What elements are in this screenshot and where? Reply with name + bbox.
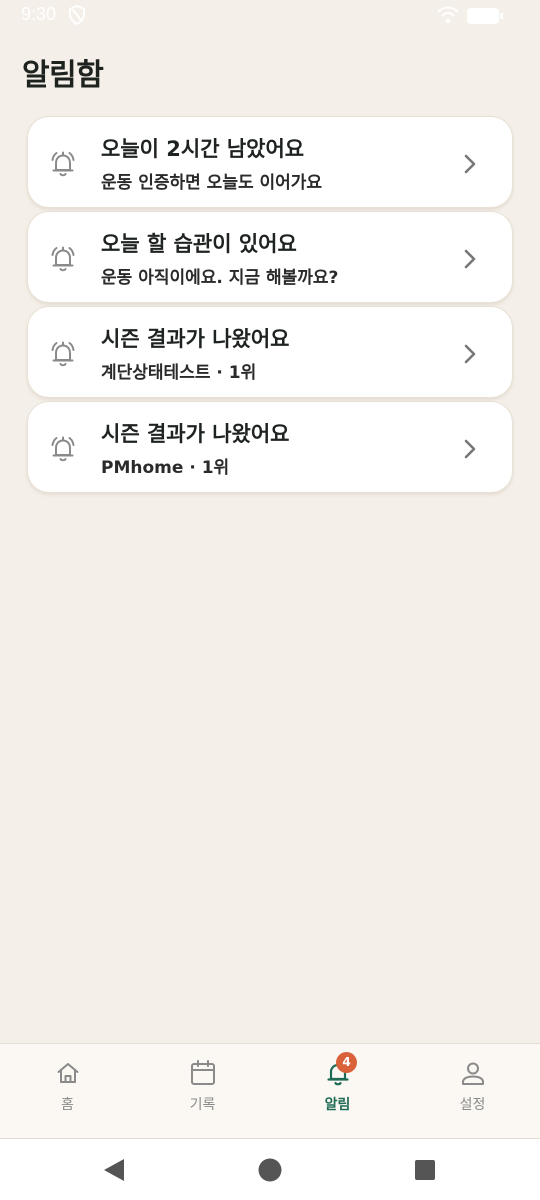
notification-count-badge: 4 — [336, 1052, 357, 1073]
chevron-right-icon — [464, 344, 476, 364]
bell-ringing-icon — [48, 149, 78, 179]
notification-subtitle: 계단상태테스트 · 1위 — [101, 363, 257, 383]
bell-ringing-icon — [48, 434, 78, 464]
notification-subtitle: 운동 아직이에요. 지금 해볼까요? — [101, 268, 339, 288]
person-icon — [459, 1059, 487, 1087]
nav-label-notifications: 알림 — [324, 1097, 351, 1113]
recents-square-icon[interactable] — [414, 1159, 436, 1185]
nav-label-home: 홈 — [61, 1097, 74, 1113]
status-bar: 9:30 — [0, 0, 540, 32]
system-nav-bar — [0, 1138, 540, 1200]
bottom-nav: 홈 기록 알림 설정 — [0, 1043, 540, 1138]
notification-card[interactable]: 시즌 결과가 나왔어요 계단상태테스트 · 1위 — [27, 306, 513, 398]
nav-item-settings[interactable]: 설정 — [405, 1044, 540, 1139]
notification-title: 오늘 할 습관이 있어요 — [101, 232, 297, 256]
notification-card[interactable]: 오늘이 2시간 남았어요 운동 인증하면 오늘도 이어가요 — [27, 116, 513, 208]
notification-title: 시즌 결과가 나왔어요 — [101, 327, 290, 351]
page-title: 알림함 — [22, 58, 104, 93]
back-icon[interactable] — [103, 1158, 125, 1186]
nav-item-records[interactable]: 기록 — [135, 1044, 270, 1139]
bell-ringing-icon — [48, 339, 78, 369]
chevron-right-icon — [464, 154, 476, 174]
bell-ringing-icon — [48, 244, 78, 274]
notification-subtitle: 운동 인증하면 오늘도 이어가요 — [101, 173, 323, 193]
calendar-icon — [189, 1059, 217, 1087]
home-icon — [54, 1059, 82, 1087]
nav-label-settings: 설정 — [459, 1097, 486, 1113]
home-circle-icon[interactable] — [258, 1158, 282, 1186]
nav-item-home[interactable]: 홈 — [0, 1044, 135, 1139]
nav-label-records: 기록 — [189, 1097, 216, 1113]
wifi-icon — [436, 5, 460, 29]
chevron-right-icon — [464, 439, 476, 459]
notification-subtitle: PMhome · 1위 — [101, 458, 230, 478]
notification-title: 오늘이 2시간 남았어요 — [101, 137, 305, 161]
notification-card[interactable]: 시즌 결과가 나왔어요 PMhome · 1위 — [27, 401, 513, 493]
battery-icon — [466, 7, 504, 29]
notification-list: 오늘이 2시간 남았어요 운동 인증하면 오늘도 이어가요 오늘 할 습관이 있… — [27, 116, 513, 496]
chevron-right-icon — [464, 249, 476, 269]
notification-title: 시즌 결과가 나왔어요 — [101, 422, 290, 446]
status-time: 9:30 — [21, 4, 57, 24]
shield-icon — [68, 4, 86, 29]
notification-card[interactable]: 오늘 할 습관이 있어요 운동 아직이에요. 지금 해볼까요? — [27, 211, 513, 303]
